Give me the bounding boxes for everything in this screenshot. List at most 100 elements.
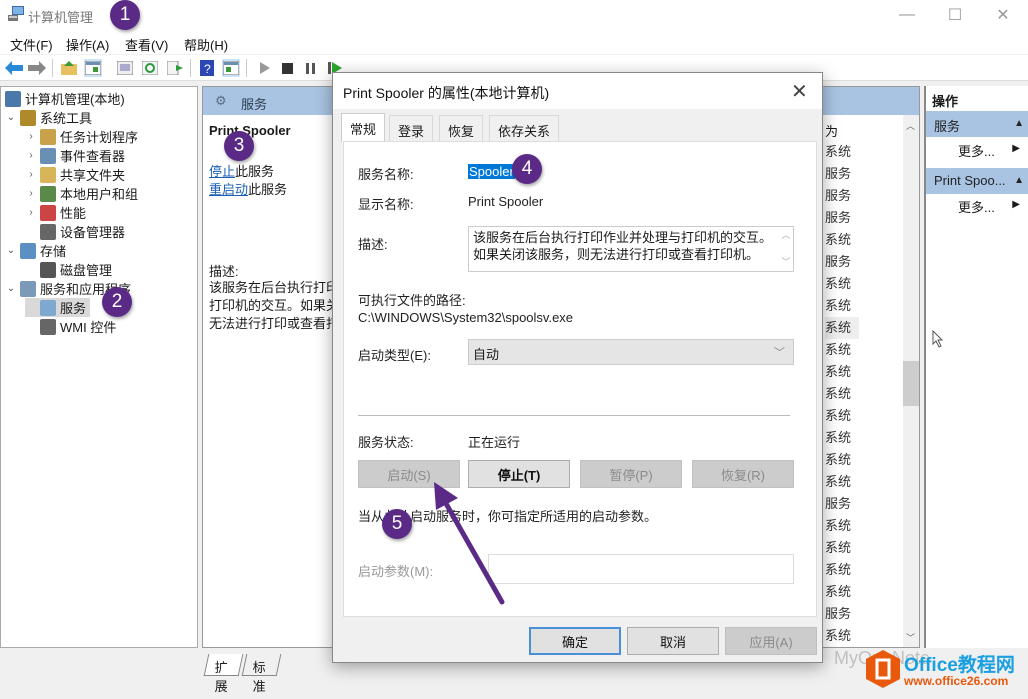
tab-general[interactable]: 常规 xyxy=(341,113,386,142)
cancel-button[interactable]: 取消 xyxy=(627,627,719,655)
forward-button[interactable] xyxy=(28,59,46,77)
tree-item[interactable]: › 性能 xyxy=(25,203,86,222)
show-hide-action-pane-button[interactable] xyxy=(222,59,240,77)
scrollbar-thumb[interactable] xyxy=(903,361,919,406)
close-button[interactable]: ✕ xyxy=(980,0,1026,30)
pause-service-button[interactable] xyxy=(302,59,320,77)
group-header-label: Print Spoo... xyxy=(934,173,1006,188)
menu-file[interactable]: 文件(F) xyxy=(10,35,53,54)
refresh-icon xyxy=(142,61,158,75)
help-button[interactable]: ? xyxy=(198,59,216,77)
tree-item[interactable]: ⌄ 系统工具 xyxy=(5,108,92,127)
table-row-cell[interactable]: 系统 xyxy=(825,141,859,163)
more-actions-print-spooler[interactable]: 更多... xyxy=(958,197,995,216)
table-row-cell[interactable]: 服务 xyxy=(825,493,859,515)
export-list-button[interactable] xyxy=(166,59,184,77)
table-row-cell[interactable]: 系统 xyxy=(825,559,859,581)
display-name-value[interactable]: Print Spooler xyxy=(468,194,543,209)
chevron-right-icon[interactable]: › xyxy=(25,207,37,218)
chevron-right-icon[interactable]: › xyxy=(25,150,37,161)
table-row-cell[interactable]: 系统 xyxy=(825,471,859,493)
group-header-label: 服务 xyxy=(934,119,961,134)
tab-logon[interactable]: 登录 xyxy=(389,115,434,141)
vertical-scrollbar[interactable]: ︿ ﹀ xyxy=(903,115,919,647)
tree-item[interactable]: 服务 xyxy=(25,298,91,317)
menu-view[interactable]: 查看(V) xyxy=(125,35,168,54)
tree-item[interactable]: ⌄ 存储 xyxy=(5,241,66,260)
pause-button[interactable]: 暂停(P) xyxy=(580,460,682,488)
tree-root[interactable]: 计算机管理(本地) xyxy=(5,89,125,108)
minimize-button[interactable]: — xyxy=(884,0,930,30)
menu-bar: 文件(F) 操作(A) 查看(V) 帮助(H) xyxy=(0,32,1028,54)
table-row-cell[interactable]: 服务 xyxy=(825,603,859,625)
scroll-down-icon[interactable]: ﹀ xyxy=(779,254,793,271)
tree-item[interactable]: › 任务计划程序 xyxy=(25,127,138,146)
table-row-cell[interactable]: 系统 xyxy=(825,229,859,251)
table-row-cell[interactable]: 系统 xyxy=(825,515,859,537)
annotation-arrow xyxy=(434,482,505,605)
resume-button[interactable]: 恢复(R) xyxy=(692,460,794,488)
table-row-cell[interactable]: 系统 xyxy=(825,405,859,427)
table-row-cell[interactable]: 系统 xyxy=(825,339,859,361)
column-header-log-on-as[interactable]: 为 xyxy=(823,115,903,143)
service-name-value[interactable]: Spooler xyxy=(468,164,515,179)
tree-node-icon xyxy=(40,128,56,145)
maximize-icon: ☐ xyxy=(947,7,963,24)
table-row-cell[interactable]: 系统 xyxy=(825,427,859,449)
table-row-cell[interactable]: 服务 xyxy=(825,207,859,229)
restart-service-link[interactable]: 重启动 xyxy=(209,182,248,197)
show-hide-tree-button[interactable] xyxy=(84,59,102,77)
start-service-button[interactable] xyxy=(256,59,274,77)
tree-item[interactable]: WMI 控件 xyxy=(25,317,116,336)
table-row-cell[interactable]: 服务 xyxy=(825,185,859,207)
up-one-level-button[interactable] xyxy=(60,59,78,77)
apply-button[interactable]: 应用(A) xyxy=(725,627,817,655)
description-textbox[interactable]: 该服务在后台执行打印作业并处理与打印机的交互。如果关闭该服务，则无法进行打印或查… xyxy=(468,226,794,272)
menu-help[interactable]: 帮助(H) xyxy=(184,35,228,54)
tree-item[interactable]: › 本地用户和组 xyxy=(25,184,138,203)
chevron-right-icon[interactable]: › xyxy=(25,188,37,199)
table-row-cell[interactable]: 系统 xyxy=(825,581,859,603)
more-actions-services[interactable]: 更多... xyxy=(958,141,995,160)
actions-group-services[interactable]: 服务 ▲ xyxy=(926,111,1028,137)
tab-dependencies[interactable]: 依存关系 xyxy=(489,115,560,141)
stop-service-button[interactable] xyxy=(278,59,296,77)
chevron-right-icon[interactable]: › xyxy=(25,169,37,180)
tab-recovery[interactable]: 恢复 xyxy=(439,115,484,141)
actions-group-print-spooler[interactable]: Print Spoo... ▲ xyxy=(926,168,1028,194)
forward-arrow-icon xyxy=(28,61,46,75)
tree-item[interactable]: › 事件查看器 xyxy=(25,146,125,165)
maximize-button[interactable]: ☐ xyxy=(932,0,978,30)
description-scrollbar[interactable]: ︿ ﹀ xyxy=(779,227,793,271)
table-row-cell[interactable]: 系统 xyxy=(825,449,859,471)
table-row-cell[interactable]: 系统 xyxy=(825,537,859,559)
startup-type-select[interactable]: 自动 ﹀ xyxy=(468,339,794,365)
table-row-cell[interactable]: 系统 xyxy=(825,361,859,383)
chevron-down-icon[interactable]: ⌄ xyxy=(5,245,17,256)
tab-standard[interactable]: 标准 xyxy=(241,654,282,694)
tree-item[interactable]: 设备管理器 xyxy=(25,222,125,241)
tree-item[interactable]: 磁盘管理 xyxy=(25,260,112,279)
tree-item-label: 系统工具 xyxy=(40,111,93,126)
refresh-button[interactable] xyxy=(141,59,159,77)
tab-extended[interactable]: 扩展 xyxy=(203,654,244,694)
menu-action[interactable]: 操作(A) xyxy=(66,35,109,54)
table-row-cell[interactable]: 系统 xyxy=(825,273,859,295)
dialog-close-icon[interactable]: ✕ xyxy=(791,79,808,104)
table-row-cell[interactable]: 服务 xyxy=(825,163,859,185)
table-row-cell[interactable]: 服务 xyxy=(825,251,859,273)
chevron-down-icon[interactable]: ⌄ xyxy=(5,283,17,294)
chevron-right-icon[interactable]: › xyxy=(25,131,37,142)
table-row-cell[interactable]: 系统 xyxy=(825,317,859,339)
ok-button[interactable]: 确定 xyxy=(529,627,621,655)
scroll-up-icon[interactable]: ︿ xyxy=(906,119,915,132)
back-button[interactable] xyxy=(5,59,23,77)
scroll-up-icon[interactable]: ︿ xyxy=(779,227,793,244)
chevron-down-icon[interactable]: ⌄ xyxy=(5,112,17,123)
tree-item[interactable]: › 共享文件夹 xyxy=(25,165,125,184)
table-row-cell[interactable]: 系统 xyxy=(825,383,859,405)
stop-service-link[interactable]: 停止 xyxy=(209,164,235,179)
start-params-input[interactable] xyxy=(488,554,794,584)
table-row-cell[interactable]: 系统 xyxy=(825,295,859,317)
properties-button[interactable] xyxy=(116,59,134,77)
